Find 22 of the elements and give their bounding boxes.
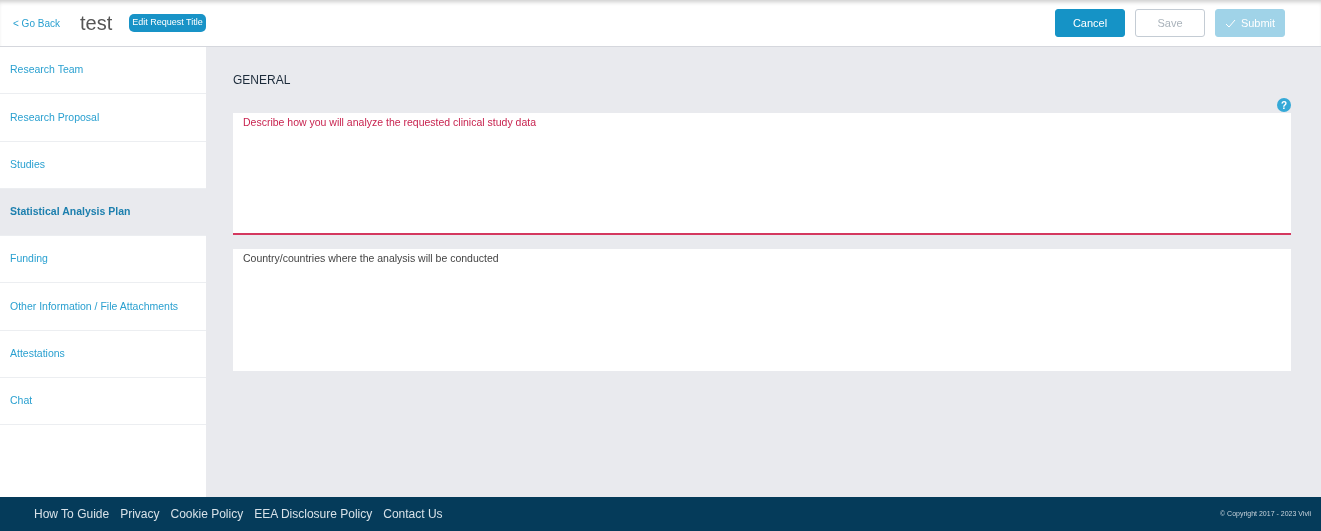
check-icon bbox=[1224, 18, 1236, 28]
edit-title-button[interactable]: Edit Request Title bbox=[129, 14, 206, 32]
sidebar-item[interactable]: Chat bbox=[0, 378, 206, 426]
footer-link[interactable]: EEA Disclosure Policy bbox=[254, 505, 373, 523]
sidebar-item[interactable]: Research Team bbox=[0, 47, 206, 95]
sidebar-item[interactable]: Attestations bbox=[0, 330, 206, 379]
sidebar-item[interactable]: Other Information / File Attachments bbox=[0, 283, 206, 331]
sidebar-item[interactable]: Research Proposal bbox=[0, 94, 206, 142]
footer-link[interactable]: Contact Us bbox=[383, 505, 443, 523]
request-title: test bbox=[79, 11, 113, 36]
sidebar-item[interactable]: Statistical Analysis Plan bbox=[0, 188, 206, 237]
text-area[interactable]: Describe how you will analyze the requested clinical study data bbox=[233, 113, 1291, 235]
text-area[interactable]: Country/countries where the analysis will be conducted bbox=[233, 249, 1291, 371]
footer-link[interactable]: Privacy bbox=[120, 505, 160, 523]
section-title: GENERAL bbox=[233, 72, 292, 89]
footer-link[interactable]: How To Guide bbox=[34, 505, 110, 523]
cancel-button[interactable]: Cancel bbox=[1055, 9, 1125, 37]
sidebar-item[interactable]: Funding bbox=[0, 236, 206, 284]
go-back-link[interactable]: < Go Back bbox=[13, 15, 60, 31]
sidebar-item[interactable]: Studies bbox=[0, 141, 206, 189]
footer-link[interactable]: Cookie Policy bbox=[170, 505, 244, 523]
help-icon[interactable]: ? bbox=[1277, 98, 1291, 112]
